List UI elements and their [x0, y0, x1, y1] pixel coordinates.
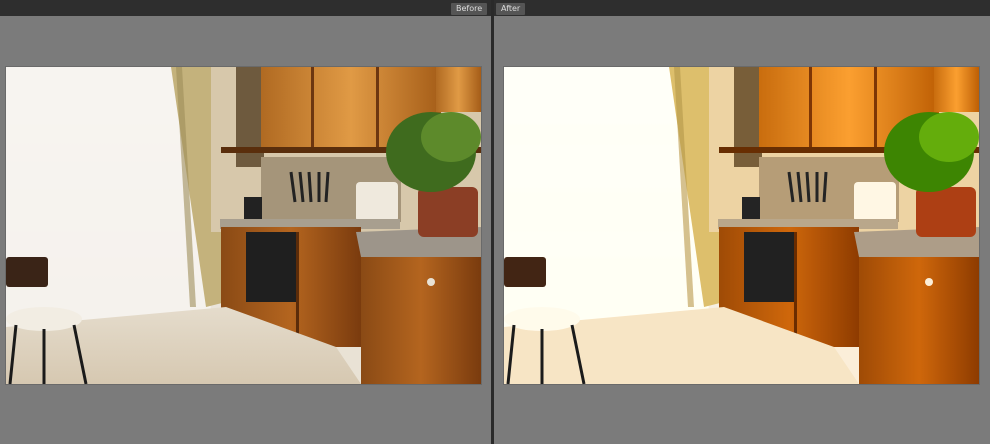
kitchen-scene: [6, 67, 481, 384]
compare-view-header: [0, 0, 990, 16]
kitchen-photo-after: [504, 67, 979, 384]
after-pane[interactable]: [494, 16, 990, 444]
kitchen-photo-before: [6, 67, 481, 384]
before-label: Before: [451, 3, 488, 15]
kitchen-scene-edited: [504, 67, 979, 384]
before-pane[interactable]: [0, 16, 491, 444]
after-label: After: [496, 3, 526, 15]
